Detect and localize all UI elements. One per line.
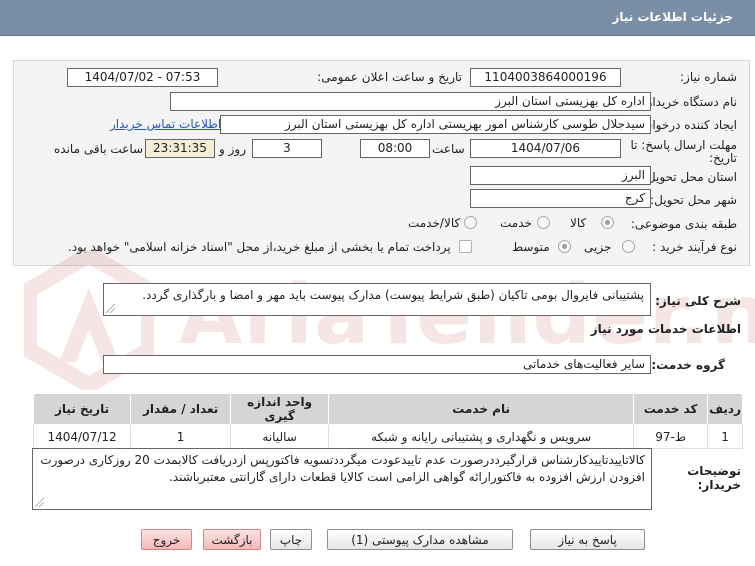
services-table: ردیف کد خدمت نام خدمت واحد اندازه گیری ت… (32, 393, 743, 449)
buyer-notes-text: کالاتاییدتاییدکارشناس قرارگیرددرصورت عدم… (40, 453, 645, 484)
category-radio-goods-service[interactable] (464, 216, 477, 229)
summary-label: شرح کلی نیاز: (655, 294, 741, 308)
category-goods-service-label: کالا/خدمت (408, 216, 461, 230)
process-type-label: نوع فرآیند خرید : (652, 240, 737, 254)
category-goods-label: کالا (570, 216, 587, 230)
col-header-row-num: ردیف (707, 393, 743, 425)
remaining-days-field: 3 (252, 139, 322, 158)
deadline-label-line2: تاریخ: (709, 151, 737, 165)
resize-grip-icon[interactable] (35, 498, 44, 507)
category-service-label: خدمت (500, 216, 532, 230)
service-group-field: سایر فعالیت‌های خدماتی (103, 355, 651, 374)
announce-datetime-label: تاریخ و ساعت اعلان عمومی: (317, 70, 462, 84)
buyer-notes-label-line2: خریدار: (697, 478, 741, 492)
back-button[interactable]: بازگشت (203, 529, 261, 550)
page-title: جزئیات اطلاعات نیاز (612, 10, 733, 24)
service-group-label: گروه خدمت: (651, 358, 725, 372)
announce-datetime-field: 1404/07/02 - 07:53 (67, 68, 218, 87)
col-header-service-code: کد خدمت (633, 393, 709, 425)
category-radio-goods[interactable] (601, 216, 614, 229)
view-attachments-button[interactable]: مشاهده مدارک پیوستی (1) (327, 529, 513, 550)
category-radio-service[interactable] (537, 216, 550, 229)
cell-row-num: 1 (707, 424, 743, 449)
city-field: کرج (470, 189, 651, 208)
summary-text: پشتیبانی فایروال بومی تاکیان (طبق شرایط … (142, 288, 644, 302)
cell-quantity: 1 (130, 424, 232, 449)
print-button[interactable]: چاپ (270, 529, 312, 550)
province-label: استان محل تحویل: (642, 170, 737, 184)
resize-grip-icon[interactable] (106, 304, 115, 313)
cell-unit: سالیانه (230, 424, 330, 449)
deadline-time-field: 08:00 (360, 139, 430, 158)
deadline-time-label: ساعت (432, 142, 465, 156)
cell-service-code: ط-97 (633, 424, 709, 449)
city-label: شهر محل تحویل: (650, 193, 737, 207)
remaining-label: ساعت باقی مانده (54, 142, 144, 156)
process-radio-medium[interactable] (558, 240, 571, 253)
remaining-time-field: 23:31:35 (145, 139, 215, 158)
treasury-payment-checkbox[interactable] (459, 240, 472, 253)
table-header-row: ردیف کد خدمت نام خدمت واحد اندازه گیری ت… (32, 393, 743, 425)
services-info-heading: اطلاعات خدمات مورد نیاز (590, 322, 741, 336)
province-field: البرز (470, 166, 651, 185)
exit-button[interactable]: خروج (141, 529, 192, 550)
buyer-org-field: اداره کل بهزیستی استان البرز (170, 92, 651, 111)
buyer-org-label: نام دستگاه خریدار: (642, 95, 738, 109)
col-header-service-name: نام خدمت (328, 393, 635, 425)
deadline-label-line1: مهلت ارسال پاسخ: تا (630, 138, 737, 152)
page-header: جزئیات اطلاعات نیاز (0, 0, 755, 36)
days-and-label: روز و (219, 142, 246, 156)
need-number-label: شماره نیاز: (680, 70, 737, 84)
col-header-need-date: تاریخ نیاز (32, 393, 132, 425)
buyer-notes-label-line1: توضیحات (687, 464, 741, 478)
process-minor-label: جزیی (584, 240, 612, 254)
summary-textarea[interactable]: پشتیبانی فایروال بومی تاکیان (طبق شرایط … (103, 283, 651, 316)
table-row: 1 ط-97 سرویس و نگهداری و پشتیبانی رایانه… (32, 424, 743, 449)
process-radio-minor[interactable] (622, 240, 635, 253)
reply-button[interactable]: پاسخ به نیاز (530, 529, 645, 550)
cell-need-date: 1404/07/12 (32, 424, 132, 449)
treasury-payment-note: پرداخت تمام یا بخشی از مبلغ خرید،از محل … (68, 240, 451, 254)
buyer-contact-link[interactable]: اطلاعات تماس خریدار (110, 117, 221, 131)
col-header-unit: واحد اندازه گیری (230, 393, 330, 425)
buyer-notes-textarea[interactable]: کالاتاییدتاییدکارشناس قرارگیرددرصورت عدم… (32, 448, 652, 510)
deadline-date-field: 1404/07/06 (470, 139, 621, 158)
process-medium-label: متوسط (512, 240, 550, 254)
need-number-field: 1104003864000196 (470, 68, 621, 87)
col-header-quantity: تعداد / مقدار (130, 393, 232, 425)
category-label: طبقه بندی موضوعی: (630, 217, 737, 231)
requester-field: سیدجلال طوسی کارشناس امور بهزیستی اداره … (220, 115, 651, 134)
details-panel (13, 60, 750, 266)
cell-service-name: سرویس و نگهداری و پشتیبانی رایانه و شبکه (328, 424, 635, 449)
